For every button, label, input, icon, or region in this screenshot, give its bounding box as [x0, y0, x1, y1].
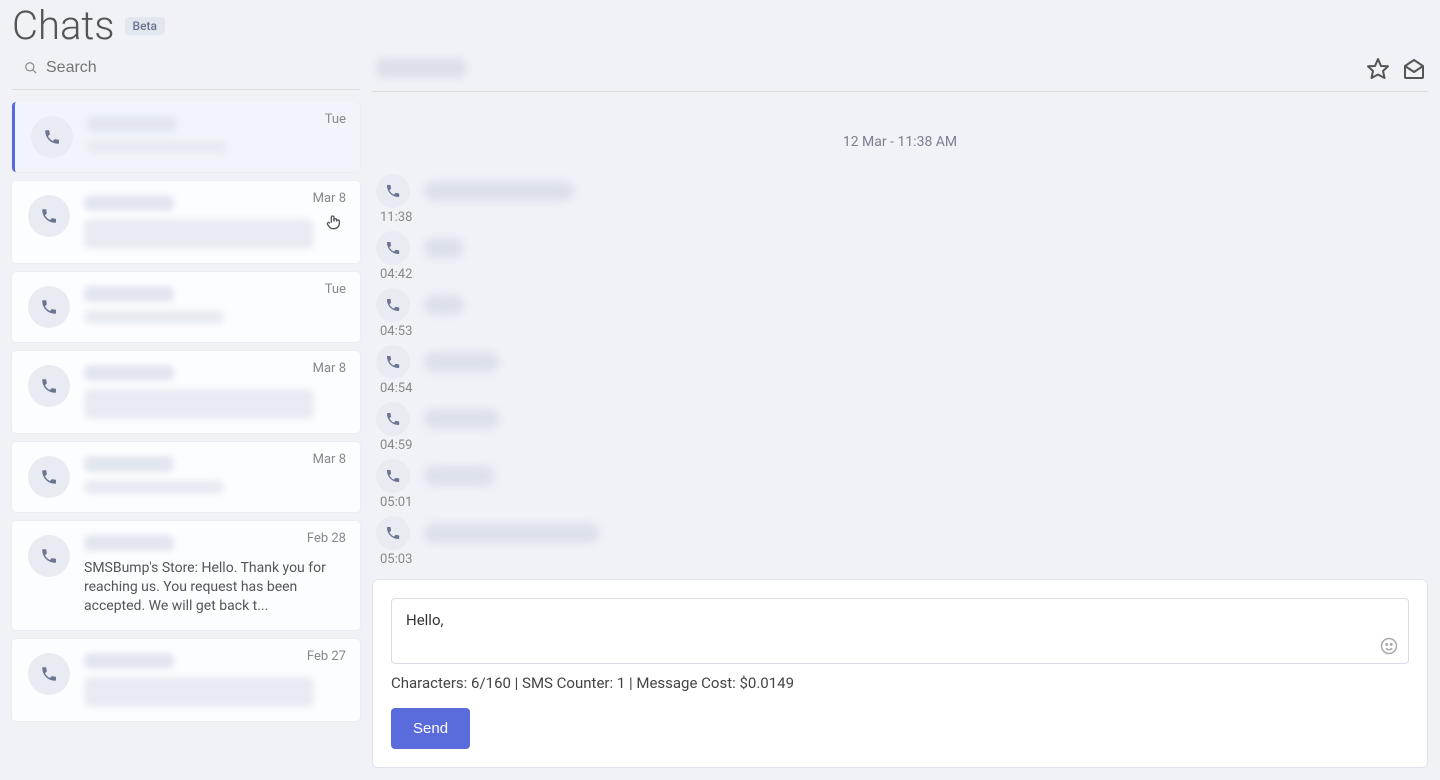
conversation-item[interactable]: Feb 27 — [12, 639, 360, 721]
date-separator: 12 Mar - 11:38 AM — [376, 134, 1424, 150]
conversation-item[interactable]: Mar 8 — [12, 351, 360, 433]
conversation-preview — [84, 480, 224, 494]
conversation-preview — [84, 389, 314, 419]
message-content — [424, 181, 574, 201]
search-input[interactable] — [46, 59, 348, 77]
phone-icon — [376, 288, 410, 322]
conversation-date: Feb 28 — [307, 531, 346, 546]
message-content — [424, 295, 464, 315]
message-row — [376, 174, 1424, 208]
conversation-preview — [84, 677, 314, 707]
conversation-preview: SMSBump's Store: Hello. Thank you for re… — [84, 559, 344, 616]
phone-icon — [31, 116, 73, 158]
message-timestamp: 04:59 — [380, 438, 1424, 453]
message-timestamp: 04:53 — [380, 324, 1424, 339]
chat-main: 12 Mar - 11:38 AM 11:38 04:42 04:53 04:54 04… — [372, 51, 1440, 780]
phone-icon — [376, 231, 410, 265]
conversation-date: Mar 8 — [313, 452, 346, 467]
message-input[interactable] — [406, 611, 1394, 647]
phone-icon — [376, 459, 410, 493]
search-wrap[interactable] — [12, 51, 360, 90]
page-title: Chats Beta — [12, 0, 165, 51]
message-row — [376, 459, 1424, 493]
message-timestamp: 11:38 — [380, 210, 1424, 225]
message-timestamp: 05:01 — [380, 495, 1424, 510]
conversation-date: Mar 8 — [313, 191, 346, 206]
message-content — [424, 523, 599, 543]
conversation-name — [84, 535, 174, 551]
conversation-date: Tue — [325, 112, 346, 127]
emoji-icon[interactable] — [1380, 637, 1398, 655]
message-thread: 12 Mar - 11:38 AM 11:38 04:42 04:53 04:54 04… — [372, 106, 1428, 567]
message-timestamp: 05:03 — [380, 552, 1424, 567]
conversation-item[interactable]: Mar 8 — [12, 181, 360, 263]
compose-counter: Characters: 6/160 | SMS Counter: 1 | Mes… — [391, 674, 1409, 692]
message-content — [424, 238, 464, 258]
conversation-date: Tue — [325, 282, 346, 297]
star-icon[interactable] — [1366, 57, 1388, 79]
message-timestamp: 04:42 — [380, 267, 1424, 282]
message-row — [376, 402, 1424, 436]
phone-icon — [28, 286, 70, 328]
conversation-name — [84, 653, 174, 669]
phone-icon — [28, 653, 70, 695]
conversation-name — [84, 456, 174, 472]
conversation-name — [84, 286, 174, 302]
conversation-date: Feb 27 — [307, 649, 346, 664]
conversation-name — [84, 365, 174, 381]
phone-icon — [28, 365, 70, 407]
message-row — [376, 345, 1424, 379]
compose-input-wrap[interactable] — [391, 598, 1409, 664]
message-row — [376, 288, 1424, 322]
conversation-preview — [84, 310, 224, 324]
conversation-list: Tue Mar 8 Tue Mar 8 Mar 8 SMSBump's Store: He… — [0, 102, 372, 780]
sidebar: Tue Mar 8 Tue Mar 8 Mar 8 SMSBump's Store: He… — [0, 51, 372, 780]
phone-icon — [28, 195, 70, 237]
message-content — [424, 466, 494, 486]
compose-area: Characters: 6/160 | SMS Counter: 1 | Mes… — [372, 579, 1428, 768]
search-icon — [24, 61, 38, 75]
contact-name — [376, 58, 466, 78]
conversation-date: Mar 8 — [313, 361, 346, 376]
phone-icon — [376, 402, 410, 436]
conversation-name — [84, 195, 174, 211]
conversation-preview — [87, 140, 227, 154]
chat-header — [372, 51, 1428, 92]
phone-icon — [376, 345, 410, 379]
message-timestamp: 04:54 — [380, 381, 1424, 396]
phone-icon — [28, 456, 70, 498]
phone-icon — [376, 174, 410, 208]
conversation-item[interactable]: Mar 8 — [12, 442, 360, 512]
message-content — [424, 409, 499, 429]
phone-icon — [376, 516, 410, 550]
message-row — [376, 516, 1424, 550]
send-button[interactable]: Send — [391, 708, 470, 749]
conversation-item[interactable]: Tue — [12, 102, 360, 172]
envelope-open-icon[interactable] — [1402, 57, 1424, 79]
message-content — [424, 352, 499, 372]
conversation-preview — [84, 219, 314, 249]
message-row — [376, 231, 1424, 265]
conversation-item[interactable]: Tue — [12, 272, 360, 342]
page-title-text: Chats — [12, 2, 115, 49]
conversation-name — [87, 116, 177, 132]
conversation-item[interactable]: SMSBump's Store: Hello. Thank you for re… — [12, 521, 360, 630]
beta-badge: Beta — [125, 17, 165, 35]
pointer-cursor-icon — [326, 213, 342, 231]
phone-icon — [28, 535, 70, 577]
